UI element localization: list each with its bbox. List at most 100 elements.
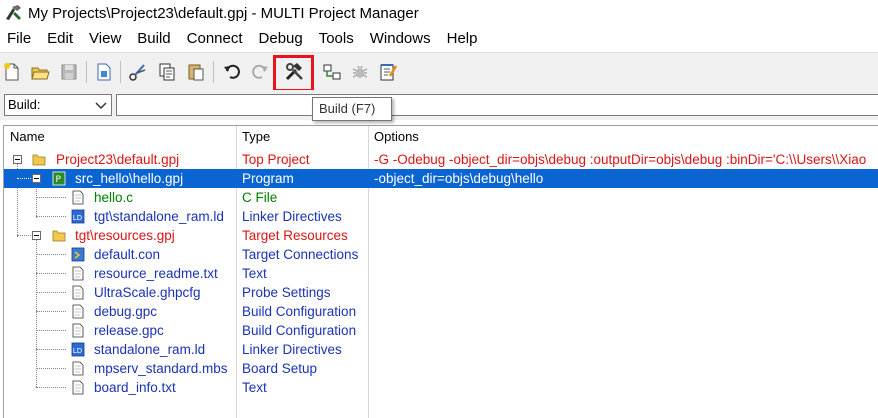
row-type: Linker Directives	[242, 342, 342, 357]
row-type: Linker Directives	[242, 209, 342, 224]
multi-app-icon	[6, 5, 21, 20]
row-name: mpserv_standard.mbs	[94, 361, 228, 376]
svg-text:LD: LD	[73, 214, 82, 222]
project-button[interactable]	[92, 60, 116, 84]
row-type: Target Connections	[242, 247, 359, 262]
undo-button[interactable]	[220, 60, 244, 84]
table-row[interactable]: UltraScale.ghpcfg Probe Settings	[4, 283, 878, 302]
row-name: standalone_ram.ld	[94, 342, 206, 357]
menu-help[interactable]: Help	[439, 26, 486, 52]
menu-edit[interactable]: Edit	[39, 26, 81, 52]
collapse-toggle[interactable]	[32, 174, 41, 183]
toolbar-separator	[213, 61, 214, 83]
table-row[interactable]: resource_readme.txt Text	[4, 264, 878, 283]
tree-line	[36, 330, 66, 331]
connection-file-icon	[71, 247, 85, 262]
table-row[interactable]: P src_hello\hello.gpj Program -object_di…	[4, 169, 878, 188]
collapse-toggle[interactable]	[13, 155, 22, 164]
menu-build[interactable]: Build	[129, 26, 178, 52]
row-type: Probe Settings	[242, 285, 331, 300]
new-file-button[interactable]	[0, 60, 24, 84]
menu-debug[interactable]: Debug	[251, 26, 311, 52]
table-row[interactable]: tgt\resources.gpj Target Resources	[4, 226, 878, 245]
menu-windows[interactable]: Windows	[362, 26, 439, 52]
build-selector-label: Build:	[8, 97, 41, 112]
table-row[interactable]: LD standalone_ram.ld Linker Directives	[4, 340, 878, 359]
table-row[interactable]: debug.gpc Build Configuration	[4, 302, 878, 321]
menu-tools[interactable]: Tools	[311, 26, 362, 52]
edit-button[interactable]	[376, 60, 400, 84]
linker-file-icon: LD	[71, 209, 85, 224]
tree-line	[17, 178, 31, 179]
redo-button[interactable]	[248, 60, 272, 84]
paste-icon	[188, 64, 204, 81]
row-type: Target Resources	[242, 228, 348, 243]
table-row[interactable]: LD tgt\standalone_ram.ld Linker Directiv…	[4, 207, 878, 226]
tree-line	[36, 273, 66, 274]
copy-icon	[159, 63, 175, 81]
tree-line	[36, 216, 66, 217]
build-button[interactable]	[283, 60, 307, 84]
table-row[interactable]: release.gpc Build Configuration	[4, 321, 878, 340]
collapse-toggle[interactable]	[32, 231, 41, 240]
build-tooltip: Build (F7)	[312, 97, 392, 121]
row-name: tgt\resources.gpj	[75, 228, 175, 243]
build-selector[interactable]: Build:	[4, 94, 112, 116]
tree-line	[36, 387, 66, 388]
probe-settings-file-icon	[72, 285, 84, 300]
row-name: Project23\default.gpj	[56, 152, 180, 167]
table-row[interactable]: mpserv_standard.mbs Board Setup	[4, 359, 878, 378]
open-folder-icon	[31, 67, 50, 80]
row-type: Text	[242, 266, 267, 281]
svg-text:LD: LD	[73, 347, 82, 355]
document-icon	[97, 63, 111, 81]
build-config-file-icon	[72, 304, 84, 319]
menu-connect[interactable]: Connect	[179, 26, 251, 52]
cut-button[interactable]	[126, 60, 150, 84]
row-name: default.con	[94, 247, 161, 262]
row-name: debug.gpc	[94, 304, 158, 319]
menu-view[interactable]: View	[81, 26, 129, 52]
tree-line	[36, 292, 66, 293]
row-type: Top Project	[242, 152, 310, 167]
save-icon	[61, 64, 77, 80]
toolbar	[0, 52, 878, 92]
debug-button[interactable]	[348, 60, 372, 84]
column-header-type[interactable]: Type	[236, 126, 368, 148]
menu-file[interactable]: File	[0, 26, 39, 52]
table-row[interactable]: default.con Target Connections	[4, 245, 878, 264]
toolbar-separator	[86, 61, 87, 83]
row-name: UltraScale.ghpcfg	[94, 285, 201, 300]
table-row[interactable]: hello.c C File	[4, 188, 878, 207]
open-button[interactable]	[28, 60, 52, 84]
svg-text:P: P	[56, 175, 62, 185]
tree-line	[36, 311, 66, 312]
row-name: src_hello\hello.gpj	[75, 171, 184, 186]
table-row[interactable]: board_info.txt Text	[4, 378, 878, 397]
menu-bar: File Edit View Build Connect Debug Tools…	[0, 26, 878, 52]
title-bar: My Projects\Project23\default.gpj - MULT…	[0, 0, 878, 26]
row-name: release.gpc	[94, 323, 164, 338]
folder-icon	[52, 230, 66, 242]
row-type: Board Setup	[242, 361, 318, 376]
row-name: hello.c	[94, 190, 134, 205]
redo-icon	[252, 64, 268, 79]
column-header-name[interactable]: Name	[4, 126, 236, 148]
copy-button[interactable]	[155, 60, 179, 84]
window-title: My Projects\Project23\default.gpj - MULT…	[28, 4, 419, 22]
text-file-icon	[72, 266, 84, 281]
text-file-icon	[72, 380, 84, 395]
tree-line	[17, 235, 31, 236]
save-button[interactable]	[57, 60, 81, 84]
paste-button[interactable]	[184, 60, 208, 84]
row-options: -G -Odebug -object_dir=objs\debug :outpu…	[374, 152, 867, 167]
build-target-input[interactable]	[116, 94, 878, 116]
column-header-options[interactable]: Options	[368, 126, 878, 148]
table-row[interactable]: Project23\default.gpj Top Project -G -Od…	[4, 150, 878, 169]
row-name: tgt\standalone_ram.ld	[94, 209, 224, 224]
notepad-icon	[380, 64, 398, 81]
connect-button[interactable]	[320, 60, 344, 84]
row-name: board_info.txt	[94, 380, 176, 395]
undo-icon	[224, 64, 240, 79]
chevron-down-icon	[95, 102, 107, 110]
